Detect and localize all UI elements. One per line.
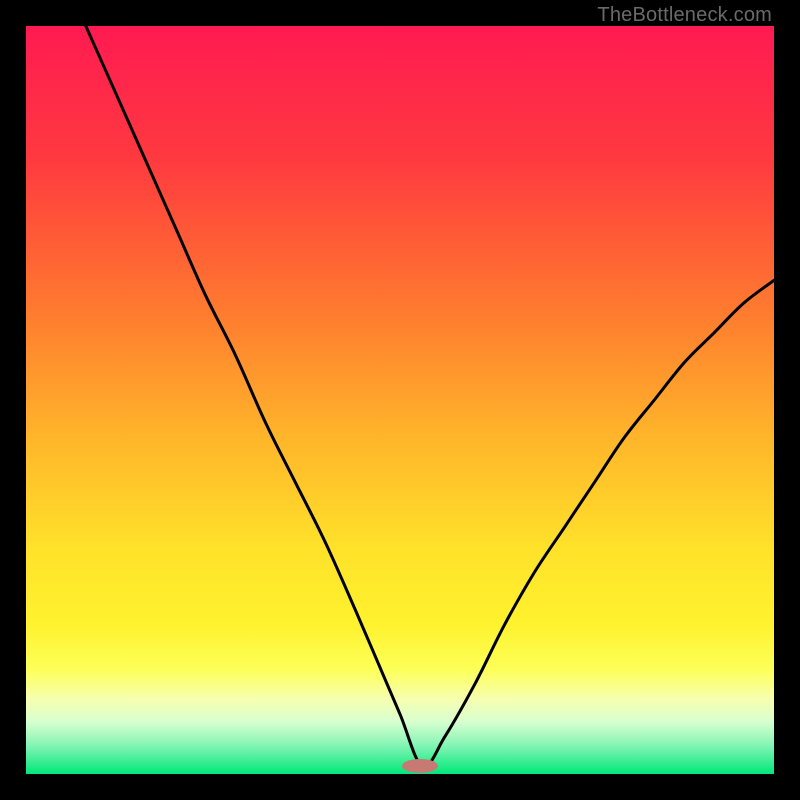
- chart-frame: TheBottleneck.com: [0, 0, 800, 800]
- watermark-text: TheBottleneck.com: [597, 4, 772, 27]
- optimal-marker: [402, 759, 438, 773]
- curve-layer: [26, 26, 774, 774]
- plot-area: [26, 26, 774, 774]
- bottleneck-curve: [86, 26, 774, 767]
